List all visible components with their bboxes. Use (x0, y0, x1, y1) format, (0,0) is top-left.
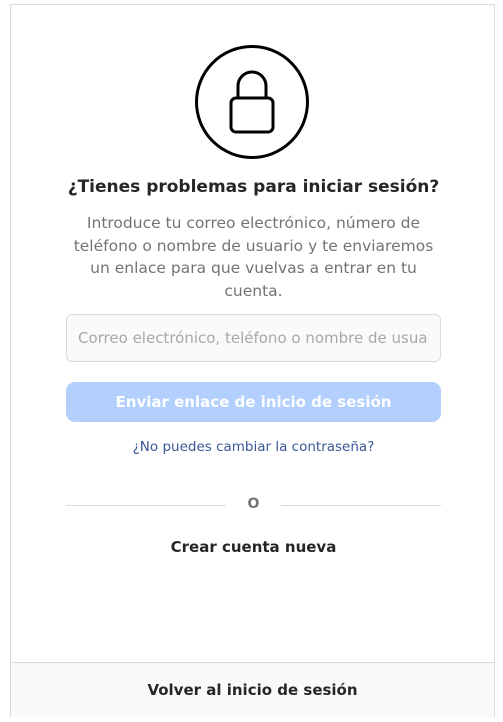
divider-text: O (247, 496, 260, 512)
password-reset-card: ¿Tienes problemas para iniciar sesión? I… (10, 4, 495, 717)
page-title: ¿Tienes problemas para iniciar sesión? (67, 177, 440, 197)
divider-line-right (281, 505, 441, 506)
identifier-input[interactable] (67, 315, 440, 361)
create-account-link[interactable]: Crear cuenta nueva (11, 538, 496, 556)
divider-line-left (66, 505, 226, 506)
cant-reset-password-link[interactable]: ¿No puedes cambiar la contraseña? (11, 439, 496, 455)
back-to-login-button[interactable]: Volver al inicio de sesión (11, 662, 494, 717)
instructions-text: Introduce tu correo electrónico, número … (73, 214, 434, 300)
send-login-link-button[interactable]: Enviar enlace de inicio de sesión (66, 382, 441, 422)
lock-circle (195, 45, 309, 159)
identifier-field[interactable] (66, 314, 441, 362)
lock-icon (229, 70, 275, 134)
